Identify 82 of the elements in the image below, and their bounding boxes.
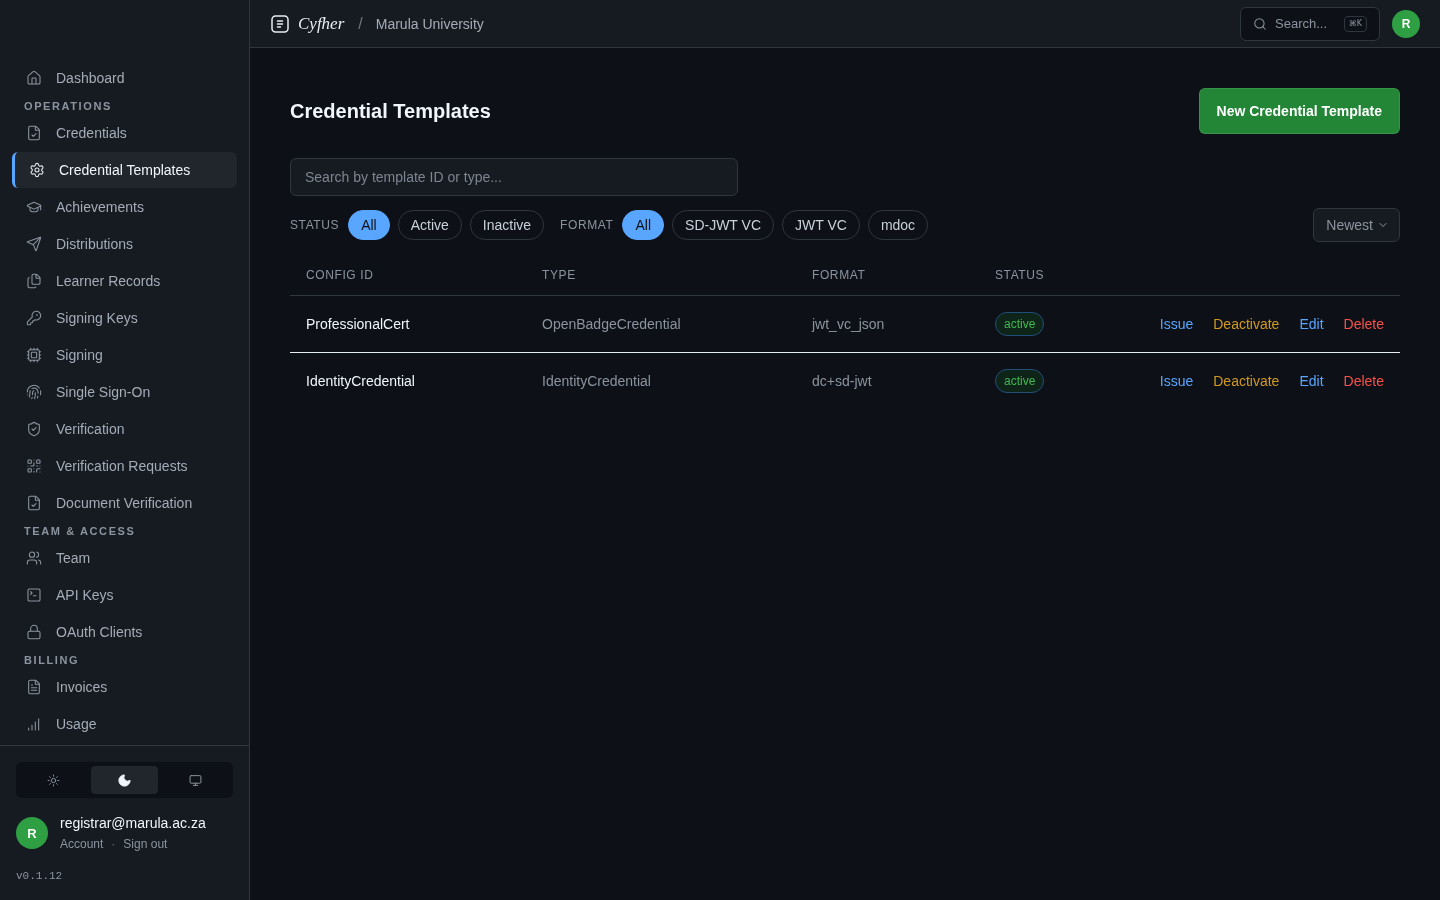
sidebar-item[interactable]: API Keys [12,577,237,613]
column-header: FORMAT [812,268,866,282]
sidebar-item[interactable]: Usage [12,706,237,742]
shortcut-key: ⌘K [1343,15,1367,32]
monitor-icon [189,773,202,787]
sidebar-item[interactable]: Team [12,540,237,576]
action-link[interactable]: Issue [1159,372,1194,389]
sidebar-item[interactable]: Credential Templates [12,152,237,188]
file-text-icon [26,679,42,695]
account-link[interactable]: Account [60,837,104,851]
sidebar-item[interactable]: Signing [12,337,237,373]
section-label: BILLING [23,653,80,668]
moon-icon [117,772,132,788]
status-badge: active [995,312,1045,336]
table-cell: OpenBadgeCredential [542,316,681,332]
gear-icon [29,162,45,178]
file-check-icon [26,495,42,511]
sidebar-item[interactable]: Distributions [12,226,237,262]
sidebar-item[interactable]: Verification [12,411,237,447]
filter-label: FORMAT [560,218,614,232]
status-badge: active [995,368,1045,393]
sun-icon [47,773,60,787]
chip-icon [26,347,42,363]
sidebar-item[interactable]: Invoices [12,669,237,705]
search-icon [1253,16,1267,31]
home-icon [26,70,42,86]
send-icon [26,236,42,252]
table-cell: dc+sd-jwt [812,372,872,389]
sidebar-item[interactable]: Document Verification [12,485,237,521]
table-cell: IdentityCredential [542,372,651,389]
column-header: TYPE [542,268,576,282]
action-link[interactable]: Edit [1299,316,1324,332]
section-label: TEAM & ACCESS [23,524,136,539]
organization-name[interactable]: Marula University [375,15,484,32]
sidebar-item[interactable]: Achievements [12,189,237,225]
action-link[interactable]: Delete [1343,372,1384,389]
page-title: Credential Templates [290,99,491,123]
action-link[interactable]: Issue [1159,316,1194,332]
terminal-icon [26,587,42,603]
table-cell: ProfessionalCert [306,316,410,332]
brand-name: Cyfher [298,13,345,34]
action-link[interactable]: Delete [1343,316,1384,332]
user-email: registrar@marula.ac.za [60,815,206,831]
filter-label: STATUS [290,218,340,232]
action-link[interactable]: Edit [1299,372,1324,389]
section-label: OPERATIONS [23,99,112,114]
sidebar-item[interactable]: Dashboard [12,60,237,96]
column-header: CONFIG ID [306,268,374,282]
shield-check-icon [26,421,42,437]
table-cell: IdentityCredential [306,372,415,389]
action-link[interactable]: Deactivate [1213,316,1280,332]
logo-icon [271,14,289,33]
search-field[interactable]: Search by template ID or type... [290,158,738,196]
files-icon [26,273,42,289]
fingerprint-icon [26,384,42,400]
lock-icon [26,624,42,640]
users-icon [26,550,42,566]
version-label: v0.1.12 [16,869,63,884]
action-link[interactable]: Deactivate [1213,372,1280,389]
sidebar-item[interactable]: Verification Requests [12,448,237,484]
new-template-button[interactable]: New Credential Template [1198,88,1400,134]
table-cell: jwt_vc_json [812,316,885,332]
dot-separator: · [111,837,116,851]
search-button[interactable]: Search... ⌘K [1240,6,1380,41]
bar-chart-icon [26,716,42,732]
sidebar-item[interactable]: Learner Records [12,263,237,299]
file-check-icon [26,125,42,141]
key-icon [26,310,42,326]
column-header: STATUS [995,268,1045,282]
graduation-cap-icon [26,199,42,215]
filter-chip[interactable]: All [348,210,390,240]
breadcrumb-separator: / [358,14,363,33]
qr-code-icon [26,458,42,474]
sidebar-item[interactable]: OAuth Clients [12,614,237,650]
sort-select[interactable]: Newest [1313,208,1400,242]
filter-chip[interactable]: All [622,210,665,240]
sidebar-item[interactable]: Credentials [12,115,237,151]
theme-option[interactable] [91,766,158,794]
sidebar-item[interactable]: Signing Keys [12,300,237,336]
user-avatar: R [16,817,48,849]
sidebar-item[interactable]: Single Sign-On [12,374,237,410]
sign-out-link[interactable]: Sign out [123,837,168,851]
